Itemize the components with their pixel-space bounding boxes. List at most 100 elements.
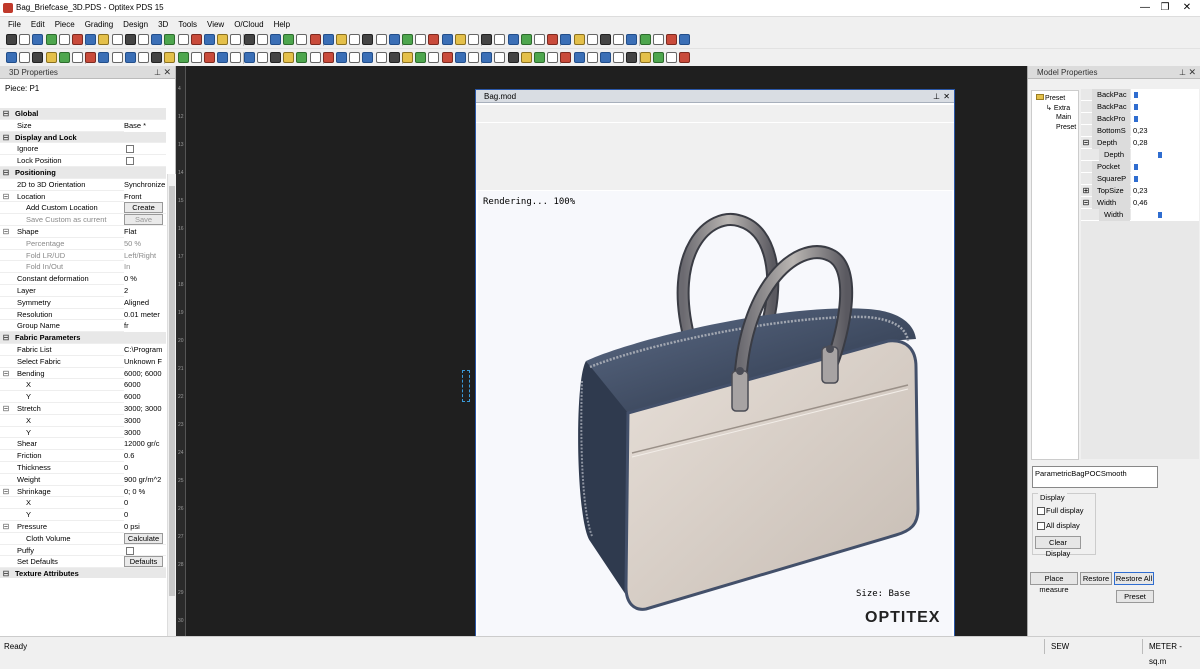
preset-name-field[interactable]: ParametricBagPOCSmooth bbox=[1032, 466, 1158, 488]
pin-icon[interactable]: ⊥ bbox=[1179, 66, 1186, 79]
property-category[interactable]: ⊟ Texture Attributes bbox=[0, 568, 166, 578]
property-value[interactable]: 6000; 6000 bbox=[124, 367, 166, 380]
menu-edit[interactable]: Edit bbox=[31, 20, 45, 29]
toolbar-tool-icon[interactable] bbox=[283, 52, 295, 63]
expand-icon[interactable]: ⊟ bbox=[2, 108, 10, 120]
toolbar-tool-icon[interactable] bbox=[494, 52, 506, 63]
restore-all-button[interactable]: Restore All bbox=[1114, 572, 1154, 585]
model-param-value[interactable]: 0,23 bbox=[1131, 125, 1199, 137]
expand-icon[interactable]: ⊟ bbox=[2, 132, 10, 144]
property-row[interactable]: Thickness 0 bbox=[0, 462, 166, 474]
property-row[interactable]: Size Base * bbox=[0, 119, 166, 132]
property-row[interactable]: Select Fabric Unknown F bbox=[0, 355, 166, 368]
toolbar-tool-icon[interactable] bbox=[468, 52, 479, 63]
toolbar-tool-icon[interactable] bbox=[481, 52, 493, 63]
model-param-row[interactable]: Width bbox=[1081, 209, 1199, 221]
properties-scrollbar[interactable] bbox=[167, 174, 176, 652]
expand-icon[interactable]: ⊟ bbox=[2, 226, 10, 238]
property-row[interactable]: Fabric List C:\Program bbox=[0, 344, 166, 356]
toolbar-tool-icon[interactable] bbox=[138, 34, 149, 45]
toolbar-tool-icon[interactable] bbox=[415, 34, 427, 45]
close-icon[interactable]: ✕ bbox=[1188, 66, 1196, 79]
property-value[interactable]: 2 bbox=[124, 285, 166, 297]
expand-icon[interactable]: ⊟ bbox=[2, 191, 10, 203]
property-row[interactable]: Puffy bbox=[0, 545, 166, 557]
expand-icon[interactable]: ⊟ bbox=[1082, 137, 1090, 149]
all-display-checkbox[interactable]: All display bbox=[1037, 521, 1080, 531]
property-category[interactable]: ⊟ Display and Lock bbox=[0, 131, 166, 144]
toolbar-tool-icon[interactable] bbox=[626, 34, 638, 45]
property-value[interactable]: 0 bbox=[124, 509, 166, 521]
toolbar-tool-icon[interactable] bbox=[507, 34, 519, 45]
preset-button[interactable]: Preset bbox=[1116, 590, 1154, 603]
toolbar-tool-icon[interactable] bbox=[32, 34, 44, 45]
toolbar-tool-icon[interactable] bbox=[138, 52, 149, 63]
property-row[interactable]: Friction 0.6 bbox=[0, 450, 166, 462]
clear-display-button[interactable]: Clear Display bbox=[1035, 536, 1081, 558]
property-value[interactable]: 6000 bbox=[124, 379, 166, 392]
menu-view[interactable]: View bbox=[207, 20, 224, 29]
toolbar-tool-icon[interactable] bbox=[573, 52, 585, 63]
toolbar-tool-icon[interactable] bbox=[151, 34, 163, 45]
full-display-checkbox[interactable]: Full display bbox=[1037, 506, 1084, 516]
model-param-row[interactable]: Pocket bbox=[1081, 161, 1199, 173]
property-value[interactable]: Flat bbox=[124, 226, 166, 238]
property-row[interactable]: 2D to 3D Orientation Synchronize bbox=[0, 178, 166, 191]
toolbar-tool-icon[interactable] bbox=[388, 52, 400, 63]
toolbar-tool-icon[interactable] bbox=[336, 34, 347, 45]
toolbar-tool-icon[interactable] bbox=[520, 52, 532, 63]
model-param-row[interactable]: BottomS 0,23 bbox=[1081, 125, 1199, 137]
toolbar-tool-icon[interactable] bbox=[32, 52, 44, 63]
property-row[interactable]: Resolution 0.01 meter bbox=[0, 308, 166, 321]
restore-button[interactable]: ❐ bbox=[1156, 1, 1174, 15]
toolbar-tool-icon[interactable] bbox=[428, 52, 440, 63]
toolbar-tool-icon[interactable] bbox=[560, 34, 572, 45]
tree-item-preset-2[interactable]: Preset bbox=[1056, 124, 1076, 131]
property-value[interactable]: Unknown F bbox=[124, 355, 166, 368]
property-row[interactable]: ⊟ Pressure 0 psi bbox=[0, 521, 166, 533]
property-value[interactable]: 6000 bbox=[124, 391, 166, 403]
toolbar-tool-icon[interactable] bbox=[652, 52, 664, 63]
expand-icon[interactable]: ⊟ bbox=[2, 167, 10, 179]
toolbar-tool-icon[interactable] bbox=[230, 52, 242, 63]
model-param-value[interactable]: 0,46 bbox=[1131, 197, 1199, 209]
toolbar-tool-icon[interactable] bbox=[111, 52, 123, 63]
toolbar-tool-icon[interactable] bbox=[375, 34, 387, 45]
property-value[interactable]: C:\Program bbox=[124, 344, 166, 356]
property-row[interactable]: ⊟ Shrinkage 0; 0 % bbox=[0, 485, 166, 498]
property-checkbox[interactable] bbox=[126, 157, 134, 166]
toolbar-tool-icon[interactable] bbox=[243, 34, 255, 45]
model-param-slider-track[interactable] bbox=[1131, 89, 1199, 101]
toolbar-tool-icon[interactable] bbox=[309, 34, 321, 45]
toolbar-tool-icon[interactable] bbox=[428, 34, 440, 45]
toolbar-tool-icon[interactable] bbox=[204, 34, 215, 45]
property-row[interactable]: Layer 2 bbox=[0, 285, 166, 297]
model-param-slider-track[interactable] bbox=[1131, 101, 1199, 113]
toolbar-tool-icon[interactable] bbox=[547, 34, 559, 45]
model-param-row[interactable]: ⊞ TopSize 0,23 bbox=[1081, 185, 1199, 197]
property-button[interactable]: Defaults bbox=[124, 556, 163, 568]
toolbar-tool-icon[interactable] bbox=[679, 34, 691, 45]
toolbar-tool-icon[interactable] bbox=[560, 52, 572, 63]
slider-thumb[interactable] bbox=[1134, 104, 1138, 110]
model-param-slider-track[interactable] bbox=[1131, 209, 1199, 221]
toolbar-tool-icon[interactable] bbox=[402, 52, 413, 63]
property-row[interactable]: Lock Position bbox=[0, 155, 166, 167]
toolbar-tool-icon[interactable] bbox=[402, 34, 413, 45]
property-value[interactable]: 0 psi bbox=[124, 521, 166, 533]
toolbar-tool-icon[interactable] bbox=[19, 52, 31, 63]
toolbar-tool-icon[interactable] bbox=[586, 34, 598, 45]
toolbar-tool-icon[interactable] bbox=[441, 52, 453, 63]
property-value[interactable]: 0.01 meter bbox=[124, 308, 166, 321]
property-row[interactable]: Cloth Volume Calculate bbox=[0, 532, 166, 545]
toolbar-tool-icon[interactable] bbox=[349, 34, 361, 45]
property-row[interactable]: Fold In/Out In bbox=[0, 261, 166, 274]
toolbar-tool-icon[interactable] bbox=[652, 34, 664, 45]
toolbar-tool-icon[interactable] bbox=[666, 34, 677, 45]
toolbar-tool-icon[interactable] bbox=[468, 34, 479, 45]
menu-tools[interactable]: Tools bbox=[178, 20, 197, 29]
property-value[interactable]: 50 % bbox=[124, 237, 166, 250]
toolbar-tool-icon[interactable] bbox=[58, 52, 70, 63]
3d-viewport[interactable]: Rendering... 100% Size: Base OPTITEX bbox=[478, 191, 952, 651]
property-row[interactable]: Add Custom Location Create bbox=[0, 202, 166, 215]
